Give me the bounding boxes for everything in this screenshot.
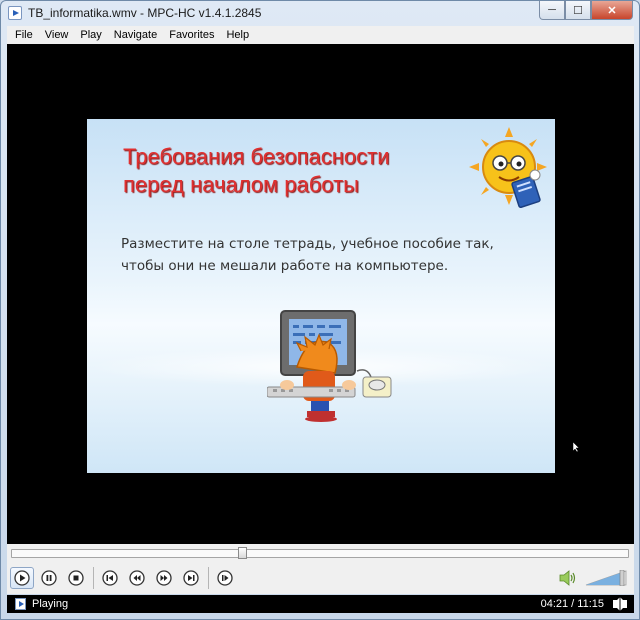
sun-mascot-illustration bbox=[469, 127, 547, 208]
playback-controls bbox=[7, 544, 634, 594]
fast-forward-icon bbox=[156, 570, 172, 586]
slide-title-line-2: перед началом работы bbox=[123, 172, 359, 197]
slide-title: Требования безопасности перед началом ра… bbox=[123, 143, 453, 199]
menu-favorites[interactable]: Favorites bbox=[163, 29, 220, 41]
app-icon bbox=[8, 6, 22, 20]
previous-button[interactable] bbox=[98, 567, 122, 589]
menu-help[interactable]: Help bbox=[220, 29, 255, 41]
menu-view[interactable]: View bbox=[39, 29, 75, 41]
menu-bar: File View Play Navigate Favorites Help bbox=[7, 26, 634, 44]
skip-forward-icon bbox=[183, 570, 199, 586]
menu-play[interactable]: Play bbox=[74, 29, 107, 41]
seek-bar[interactable] bbox=[11, 547, 629, 559]
stop-icon bbox=[68, 570, 84, 586]
slide-body-line-2: чтобы они не мешали работе на компьютере… bbox=[121, 258, 449, 274]
window-controls: ─ ☐ ✕ bbox=[539, 1, 633, 20]
pause-button[interactable] bbox=[37, 567, 61, 589]
rewind-button[interactable] bbox=[125, 567, 149, 589]
toolbar-separator bbox=[208, 567, 209, 589]
menu-file[interactable]: File bbox=[9, 29, 39, 41]
playback-status: Playing bbox=[32, 598, 69, 610]
status-app-icon bbox=[15, 598, 26, 610]
video-area[interactable]: Требования безопасности перед началом ра… bbox=[7, 44, 634, 544]
volume-thumb[interactable] bbox=[619, 570, 625, 586]
presentation-slide: Требования безопасности перед началом ра… bbox=[87, 119, 555, 473]
volume-slider[interactable] bbox=[585, 570, 627, 586]
play-button[interactable] bbox=[10, 567, 34, 589]
close-button[interactable]: ✕ bbox=[591, 1, 633, 20]
seek-thumb[interactable] bbox=[238, 547, 247, 559]
frame-step-icon bbox=[217, 570, 233, 586]
mouse-cursor-icon bbox=[573, 442, 579, 452]
slide-body: Разместите на столе тетрадь, учебное пос… bbox=[121, 233, 541, 277]
status-bar: Playing 04:21 / 11:15 bbox=[7, 595, 634, 613]
play-icon bbox=[14, 570, 30, 586]
time-display: 04:21 / 11:15 bbox=[540, 598, 604, 610]
toolbar-separator bbox=[93, 567, 94, 589]
title-bar[interactable]: TB_informatika.wmv - MPC-HC v1.4.1.2845 … bbox=[1, 1, 639, 25]
maximize-button[interactable]: ☐ bbox=[565, 1, 591, 20]
slide-body-line-1: Разместите на столе тетрадь, учебное пос… bbox=[121, 236, 494, 252]
speaker-icon[interactable] bbox=[559, 570, 577, 586]
fast-forward-button[interactable] bbox=[152, 567, 176, 589]
transport-buttons bbox=[10, 566, 240, 590]
audio-channels-icon[interactable] bbox=[612, 597, 628, 611]
slide-title-line-1: Требования безопасности bbox=[123, 144, 390, 169]
pause-icon bbox=[41, 570, 57, 586]
minimize-button[interactable]: ─ bbox=[539, 1, 565, 20]
next-button[interactable] bbox=[179, 567, 203, 589]
window-title: TB_informatika.wmv - MPC-HC v1.4.1.2845 bbox=[28, 6, 262, 20]
boy-at-computer-illustration bbox=[267, 310, 392, 422]
rewind-icon bbox=[129, 570, 145, 586]
skip-back-icon bbox=[102, 570, 118, 586]
frame-step-button[interactable] bbox=[213, 567, 237, 589]
stop-button[interactable] bbox=[64, 567, 88, 589]
player-window: TB_informatika.wmv - MPC-HC v1.4.1.2845 … bbox=[0, 0, 640, 620]
menu-navigate[interactable]: Navigate bbox=[108, 29, 163, 41]
